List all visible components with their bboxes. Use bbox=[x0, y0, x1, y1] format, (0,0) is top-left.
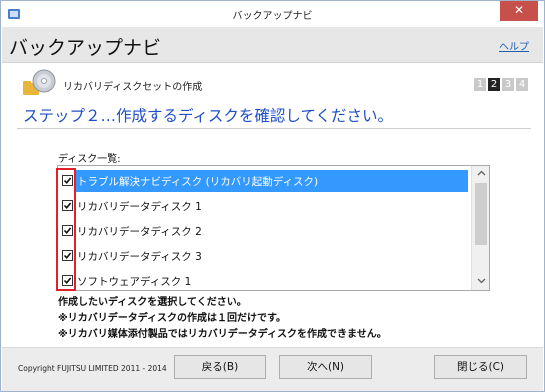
app-header: バックアップナビ ヘルプ bbox=[2, 27, 543, 63]
disc-item-label: トラブル解決ナビディスク (リカバリ起動ディスク) bbox=[77, 176, 319, 188]
notes: 作成したいディスクを選択してください。 ※リカバリデータディスクの作成は１回だけ… bbox=[58, 295, 387, 343]
app-name: バックアップナビ bbox=[9, 37, 162, 59]
step-1: 1 bbox=[474, 78, 486, 91]
list-scrollbar[interactable] bbox=[471, 166, 489, 290]
disc-list-item[interactable]: リカバリデータディスク 1 bbox=[58, 194, 470, 218]
checkbox-highlight-annotation bbox=[56, 168, 76, 291]
step-heading: ステップ２…作成するディスクを確認してください。 bbox=[23, 107, 393, 125]
step-2-current: 2 bbox=[488, 78, 500, 91]
step-4: 4 bbox=[516, 78, 528, 91]
window-title: バックアップナビ bbox=[232, 11, 313, 22]
copyright: Copyright FUJITSU LIMITED 2011 - 2014 bbox=[18, 364, 167, 373]
disc-list-item[interactable]: ソフトウェアディスク 1 bbox=[58, 269, 470, 290]
section-title: リカバリディスクセットの作成 bbox=[63, 82, 203, 93]
step-indicator: 1234 bbox=[472, 78, 528, 91]
disc-item-label: ソフトウェアディスク 1 bbox=[77, 276, 192, 288]
back-button[interactable]: 戻る(B) bbox=[174, 355, 266, 379]
disc-list[interactable]: トラブル解決ナビディスク (リカバリ起動ディスク) リカバリデータディスク 1 … bbox=[57, 165, 490, 291]
scroll-down-arrow-icon[interactable] bbox=[472, 274, 489, 290]
next-button[interactable]: 次へ(N) bbox=[279, 355, 372, 379]
disc-list-label: ディスク一覧: bbox=[58, 154, 121, 165]
title-bar: バックアップナビ ✕ bbox=[1, 1, 544, 27]
scroll-thumb[interactable] bbox=[475, 183, 487, 245]
window-close-button[interactable]: ✕ bbox=[500, 1, 538, 21]
note-line: ※リカバリ媒体添付製品ではリカバリデータディスクを作成できません。 bbox=[58, 329, 387, 340]
note-line: 作成したいディスクを選択してください。 bbox=[58, 297, 247, 308]
footer: Copyright FUJITSU LIMITED 2011 - 2014 戻る… bbox=[2, 347, 543, 391]
step-3: 3 bbox=[502, 78, 514, 91]
disc-item-label: リカバリデータディスク 2 bbox=[77, 226, 202, 238]
close-button[interactable]: 閉じる(C) bbox=[434, 355, 527, 379]
scroll-up-arrow-icon[interactable] bbox=[472, 166, 489, 182]
main-window: バックアップナビ ✕ バックアップナビ ヘルプ リカバリディスクセットの作成 1… bbox=[0, 0, 545, 392]
disc-list-item[interactable]: トラブル解決ナビディスク (リカバリ起動ディスク) bbox=[58, 169, 470, 193]
disc-item-label: リカバリデータディスク 1 bbox=[77, 201, 202, 213]
disc-list-item[interactable]: リカバリデータディスク 3 bbox=[58, 244, 470, 268]
disc-list-item[interactable]: リカバリデータディスク 2 bbox=[58, 219, 470, 243]
note-line: ※リカバリデータディスクの作成は１回だけです。 bbox=[58, 313, 287, 324]
disc-icon bbox=[22, 69, 58, 97]
disc-item-label: リカバリデータディスク 3 bbox=[77, 251, 202, 263]
help-link[interactable]: ヘルプ bbox=[499, 38, 529, 53]
heading-divider bbox=[17, 128, 531, 129]
